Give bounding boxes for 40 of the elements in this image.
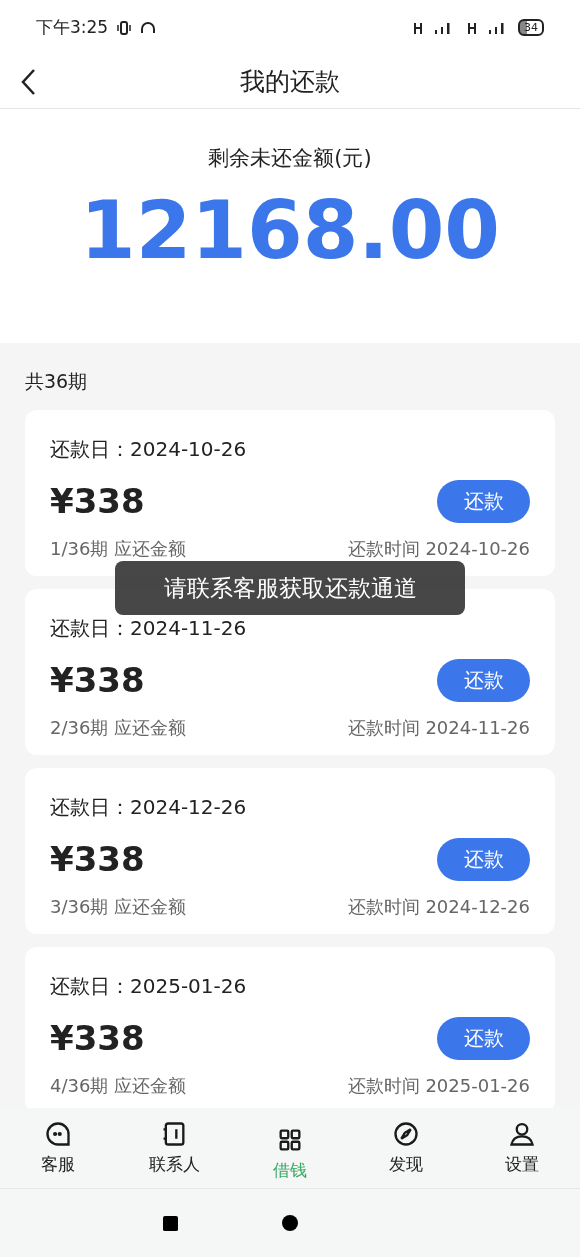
due-date: 还款日：2024-12-26 bbox=[50, 793, 247, 821]
repay-time: 还款时间 2025-01-26 bbox=[347, 1073, 530, 1098]
repay-button[interactable]: 还款 bbox=[437, 1016, 530, 1060]
due-date: 还款日：2024-10-26 bbox=[50, 435, 247, 463]
repay-time: 还款时间 2024-10-26 bbox=[347, 536, 530, 561]
person-icon bbox=[508, 1120, 536, 1148]
nav-tab[interactable]: 联系人 bbox=[129, 1120, 219, 1178]
status-time: 下午3:25 bbox=[36, 15, 109, 39]
installment-amount: ¥338 bbox=[50, 837, 145, 881]
vibrate-icon bbox=[116, 19, 133, 36]
nav-tab[interactable]: 借钱 bbox=[245, 1120, 335, 1184]
installment-amount: ¥338 bbox=[50, 658, 145, 702]
period-label: 4/36期 应还金额 bbox=[50, 1073, 187, 1098]
battery-indicator: 34 bbox=[518, 19, 544, 36]
repay-button[interactable]: 还款 bbox=[437, 479, 530, 523]
period-label: 2/36期 应还金额 bbox=[50, 715, 187, 740]
period-label: 3/36期 应还金额 bbox=[50, 894, 187, 919]
installment-amount: ¥338 bbox=[50, 479, 145, 523]
nav-tab[interactable]: 发现 bbox=[361, 1120, 451, 1178]
summary-label: 剩余未还金额(元) bbox=[208, 145, 372, 172]
page-title: 我的还款 bbox=[240, 65, 340, 98]
repay-button[interactable]: 还款 bbox=[437, 658, 530, 702]
face-icon bbox=[44, 1120, 72, 1148]
compass-icon bbox=[392, 1120, 420, 1148]
period-label: 1/36期 应还金额 bbox=[50, 536, 187, 561]
headphones-icon bbox=[140, 19, 157, 36]
toast-message: 请联系客服获取还款通道 bbox=[115, 561, 465, 615]
repay-button[interactable]: 还款 bbox=[437, 837, 530, 881]
back-icon[interactable] bbox=[20, 67, 36, 96]
due-date: 还款日：2025-01-26 bbox=[50, 972, 247, 1000]
period-count: 共36期 bbox=[25, 369, 88, 394]
installment-amount: ¥338 bbox=[50, 1016, 145, 1060]
remaining-amount: 12168.00 bbox=[79, 190, 500, 271]
repay-time: 还款时间 2024-12-26 bbox=[347, 894, 530, 919]
recent-apps-icon[interactable] bbox=[163, 1215, 178, 1231]
home-icon[interactable] bbox=[282, 1215, 298, 1231]
nav-tab[interactable]: 客服 bbox=[13, 1120, 103, 1178]
due-date: 还款日：2024-11-26 bbox=[50, 614, 247, 642]
nav-tab[interactable]: 设置 bbox=[477, 1120, 567, 1178]
repay-time: 还款时间 2024-11-26 bbox=[347, 715, 530, 740]
